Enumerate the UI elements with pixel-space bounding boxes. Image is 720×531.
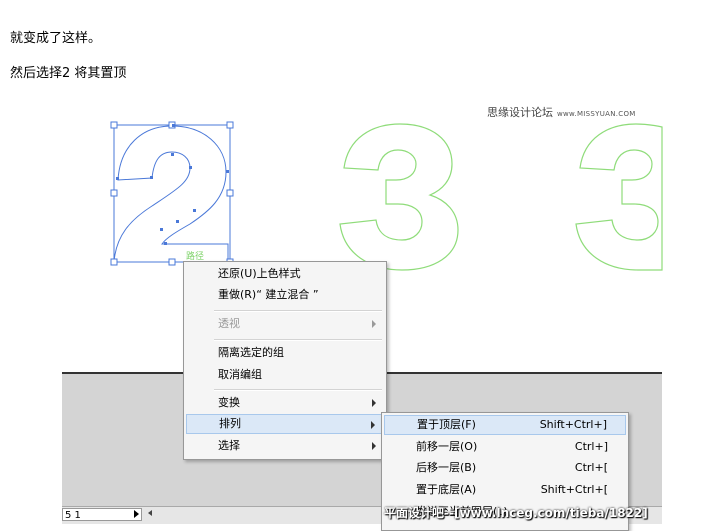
menu-item-label: 选择 xyxy=(218,439,240,452)
menu-item-redo[interactable]: 重做(R)“ 建立混合 ” xyxy=(186,285,384,305)
menu-item-send-to-back[interactable]: 置于底层(A) Shift+Ctrl+[ xyxy=(384,480,626,500)
watermark-bottom: 平面设计吧--[www.lnceg.com/tieba/1822] xyxy=(384,506,648,520)
menu-item-label: 透视 xyxy=(218,317,240,330)
menu-item-label: 置于顶层(F) xyxy=(417,418,476,431)
submenu-arrow-icon xyxy=(372,399,376,407)
artboard-navigator-field[interactable]: 5 1 xyxy=(62,508,142,521)
menu-item-send-backward[interactable]: 后移一层(B) Ctrl+[ xyxy=(384,458,626,478)
glyph-3-outline xyxy=(339,123,459,271)
menu-item-label: 置于底层(A) xyxy=(416,483,477,496)
menu-separator xyxy=(214,310,382,312)
menu-separator xyxy=(214,389,382,391)
menu-item-shortcut: Shift+Ctrl+] xyxy=(539,418,607,431)
menu-item-undo[interactable]: 还原(U)上色样式 xyxy=(186,264,384,284)
menu-item-label: 后移一层(B) xyxy=(416,461,477,474)
submenu-arrow-icon xyxy=(372,320,376,328)
submenu-arrow-icon xyxy=(371,421,375,429)
menu-item-label: 重做(R)“ 建立混合 ” xyxy=(218,288,319,301)
menu-item-label: 还原(U)上色样式 xyxy=(218,267,301,280)
menu-item-shortcut: Shift+Ctrl+[ xyxy=(540,483,608,496)
menu-item-label: 取消编组 xyxy=(218,368,262,381)
menu-item-perspective: 透视 xyxy=(186,314,384,334)
menu-item-label: 变换 xyxy=(218,396,240,409)
menu-item-label: 排列 xyxy=(219,417,241,430)
context-menu: 还原(U)上色样式 重做(R)“ 建立混合 ” 透视 隔离选定的组 取消编组 变… xyxy=(183,261,387,460)
menu-item-arrange[interactable]: 排列 xyxy=(186,414,384,434)
menu-separator xyxy=(214,339,382,341)
glyph-2-selected xyxy=(113,125,229,263)
scroll-left-icon[interactable] xyxy=(148,510,152,516)
glyph-3-outline-2 xyxy=(575,123,663,271)
menu-item-select[interactable]: 选择 xyxy=(186,436,384,456)
navigator-dropdown-icon[interactable] xyxy=(134,510,139,518)
menu-item-isolate-group[interactable]: 隔离选定的组 xyxy=(186,343,384,363)
menu-item-label: 前移一层(O) xyxy=(416,440,478,453)
menu-item-bring-forward[interactable]: 前移一层(O) Ctrl+] xyxy=(384,437,626,457)
menu-item-shortcut: Ctrl+] xyxy=(574,440,608,453)
menu-item-shortcut: Ctrl+[ xyxy=(574,461,608,474)
menu-item-bring-to-front[interactable]: 置于顶层(F) Shift+Ctrl+] xyxy=(384,415,626,435)
submenu-arrow-icon xyxy=(372,442,376,450)
menu-item-label: 隔离选定的组 xyxy=(218,346,284,359)
menu-item-transform[interactable]: 变换 xyxy=(186,393,384,413)
menu-item-ungroup[interactable]: 取消编组 xyxy=(186,365,384,385)
